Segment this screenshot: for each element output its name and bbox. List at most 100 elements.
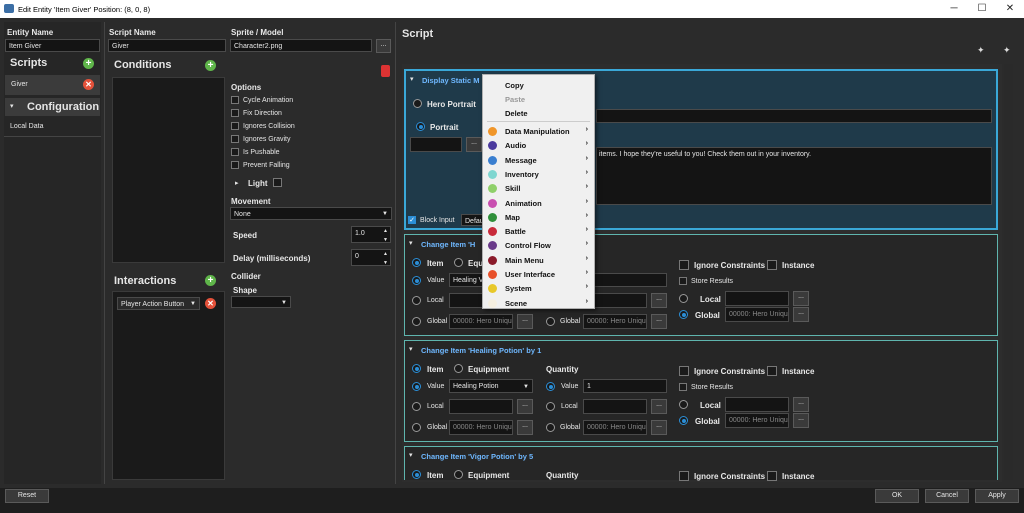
global-browse-button[interactable]: ... <box>517 314 533 329</box>
maximize-button[interactable]: ☐ <box>972 2 992 16</box>
checkbox-ignore-constraints[interactable] <box>679 260 689 270</box>
radio-equipment[interactable] <box>454 470 463 479</box>
checkbox-block-input[interactable]: ✓ <box>408 216 416 224</box>
expand-arrow-icon[interactable]: ▸ <box>235 179 239 187</box>
radio-store-local[interactable] <box>679 400 688 409</box>
radio-value[interactable] <box>412 382 421 391</box>
item-value-dropdown[interactable]: Healing Potion ▼ <box>449 379 533 393</box>
store-local-browse[interactable]: ... <box>793 291 809 306</box>
checkbox-instance[interactable] <box>767 471 777 481</box>
add-condition-icon[interactable]: + <box>205 60 216 71</box>
global-input[interactable]: 00000: Hero Uniqu <box>449 314 513 329</box>
remove-script-icon[interactable]: ✕ <box>83 79 94 90</box>
radio-store-local[interactable] <box>679 294 688 303</box>
change-item-panel-2[interactable]: ▾ Change Item 'Healing Potion' by 1 Item… <box>404 340 998 442</box>
collapse-arrow-icon[interactable]: ▾ <box>410 75 414 83</box>
store-global-input[interactable]: 00000: Hero Uniqu <box>725 307 789 322</box>
menu-item-paste[interactable]: Paste <box>483 92 594 106</box>
collapse-arrow-icon[interactable]: ▾ <box>409 345 413 353</box>
quantity-global-browse[interactable]: ... <box>651 314 667 329</box>
global-input[interactable]: 00000: Hero Uniqu <box>449 420 513 435</box>
checkbox-store-results[interactable] <box>679 383 687 391</box>
quantity-global-input[interactable]: 00000: Hero Uniqu <box>583 314 647 329</box>
menu-item-system[interactable]: System › <box>483 281 594 295</box>
menu-item-message[interactable]: Message › <box>483 153 594 167</box>
local-input[interactable] <box>449 399 513 414</box>
close-button[interactable]: ✕ <box>1000 2 1020 16</box>
radio-local[interactable] <box>412 402 421 411</box>
radio-equipment[interactable] <box>454 258 463 267</box>
sprite-browse-button[interactable]: ... <box>376 39 391 53</box>
quantity-input[interactable]: 1 <box>583 379 667 393</box>
message-text-area[interactable]: items. I hope they're useful to you! Che… <box>596 147 992 205</box>
checkbox-ignores-gravity[interactable] <box>231 135 239 143</box>
checkbox-ignores-collision[interactable] <box>231 122 239 130</box>
message-name-input[interactable] <box>596 109 992 123</box>
sparkle-icon[interactable]: ✦ <box>977 45 985 56</box>
global-browse-button[interactable]: ... <box>517 420 533 435</box>
radio-quantity-local[interactable] <box>546 402 555 411</box>
radio-global[interactable] <box>412 317 421 326</box>
radio-store-global[interactable] <box>679 416 688 425</box>
menu-item-main-menu[interactable]: Main Menu › <box>483 253 594 267</box>
interaction-dropdown[interactable]: Player Action Button ▼ <box>117 297 200 310</box>
script-item-giver[interactable]: Giver ✕ <box>5 75 100 95</box>
menu-item-data-manipulation[interactable]: Data Manipulation › <box>483 124 594 138</box>
menu-item-scene[interactable]: Scene › <box>483 296 594 310</box>
menu-item-battle[interactable]: Battle › <box>483 224 594 238</box>
menu-item-copy[interactable]: Copy <box>483 78 594 92</box>
sprite-input[interactable]: Character2.png <box>230 39 372 52</box>
menu-item-audio[interactable]: Audio › <box>483 138 594 152</box>
add-script-icon[interactable]: + <box>83 58 94 69</box>
minimize-button[interactable]: ─ <box>944 2 964 16</box>
checkbox-store-results[interactable] <box>679 277 687 285</box>
menu-item-delete[interactable]: Delete <box>483 106 594 120</box>
checkbox-fix-direction[interactable] <box>231 109 239 117</box>
quantity-local-input[interactable] <box>583 399 647 414</box>
movement-dropdown[interactable]: None ▼ <box>230 207 392 220</box>
store-global-browse[interactable]: ... <box>793 307 809 322</box>
radio-quantity-value[interactable] <box>546 382 555 391</box>
radio-item[interactable] <box>412 470 421 479</box>
quantity-global-input[interactable]: 00000: Hero Uniqu <box>583 420 647 435</box>
stepper-arrows-icon[interactable]: ▲ ▼ <box>383 250 388 265</box>
ok-button[interactable]: OK <box>875 489 919 503</box>
configuration-header[interactable]: ▾ Configuration <box>5 98 100 116</box>
radio-quantity-global[interactable] <box>546 317 555 326</box>
speed-stepper[interactable]: 1.0 ▲ ▼ <box>351 226 391 243</box>
menu-item-user-interface[interactable]: User Interface › <box>483 267 594 281</box>
reset-button[interactable]: Reset <box>5 489 49 503</box>
apply-button[interactable]: Apply <box>975 489 1019 503</box>
delay-stepper[interactable]: 0 ▲ ▼ <box>351 249 391 266</box>
checkbox-is-pushable[interactable] <box>231 148 239 156</box>
store-global-browse[interactable]: ... <box>793 413 809 428</box>
radio-item[interactable] <box>412 364 421 373</box>
checkbox-instance[interactable] <box>767 260 777 270</box>
radio-portrait[interactable] <box>416 122 425 131</box>
radio-hero-portrait[interactable] <box>413 99 422 108</box>
menu-item-skill[interactable]: Skill › <box>483 181 594 195</box>
local-browse-button[interactable]: ... <box>517 399 533 414</box>
store-local-input[interactable] <box>725 291 789 306</box>
quantity-local-browse[interactable]: ... <box>651 399 667 414</box>
add-interaction-icon[interactable]: + <box>205 275 216 286</box>
config-item-local-data[interactable]: Local Data <box>10 123 43 130</box>
menu-item-control-flow[interactable]: Control Flow › <box>483 238 594 252</box>
menu-item-inventory[interactable]: Inventory › <box>483 167 594 181</box>
remove-interaction-icon[interactable]: ✕ <box>205 298 216 309</box>
radio-quantity-global[interactable] <box>546 423 555 432</box>
cancel-button[interactable]: Cancel <box>925 489 969 503</box>
quantity-input[interactable] <box>583 273 667 287</box>
menu-item-animation[interactable]: Animation › <box>483 196 594 210</box>
radio-store-global[interactable] <box>679 310 688 319</box>
store-local-browse[interactable]: ... <box>793 397 809 412</box>
sparkle-icon[interactable]: ✦ <box>1003 45 1011 56</box>
shape-dropdown[interactable]: ▼ <box>231 296 291 308</box>
store-local-input[interactable] <box>725 397 789 412</box>
checkbox-ignore-constraints[interactable] <box>679 366 689 376</box>
stepper-arrows-icon[interactable]: ▲ ▼ <box>383 227 388 242</box>
quantity-global-browse[interactable]: ... <box>651 420 667 435</box>
collapse-arrow-icon[interactable]: ▾ <box>409 239 413 247</box>
script-name-input[interactable]: Giver <box>108 39 226 52</box>
checkbox-instance[interactable] <box>767 366 777 376</box>
